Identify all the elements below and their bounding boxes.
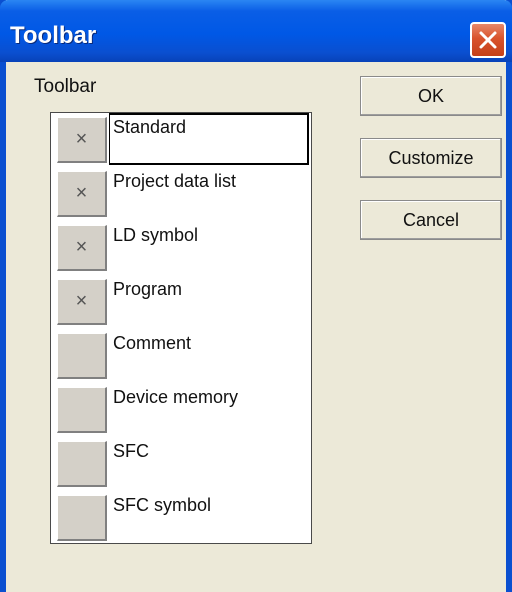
toolbar-row-label: Comment [113,333,192,353]
toolbar-row-label: SFC [113,441,149,461]
window-title: Toolbar [10,22,97,49]
ok-button[interactable]: OK [360,76,502,116]
toolbar-row-label: Project data list [113,171,237,191]
cancel-button[interactable]: Cancel [360,200,502,240]
toolbar-row-comment[interactable]: Comment [51,329,311,383]
close-icon [479,31,497,49]
toolbar-row-project-data-list[interactable]: × Project data list [51,167,311,221]
toolbar-row-sfc-symbol[interactable]: SFC symbol [51,491,311,545]
toolbar-checkbox[interactable]: × [57,225,107,271]
toolbar-checkbox[interactable] [57,441,107,487]
toolbar-row-standard[interactable]: × Standard [51,113,311,167]
customize-button[interactable]: Customize [360,138,502,178]
toolbar-dialog: Toolbar Toolbar × Standard × Project dat… [0,0,512,592]
toolbar-row-label: Program [113,279,183,299]
toolbar-checkbox[interactable]: × [57,117,107,163]
toolbar-checkbox[interactable]: × [57,171,107,217]
title-bar[interactable]: Toolbar [0,0,512,62]
toolbar-row-sfc[interactable]: SFC [51,437,311,491]
toolbar-checkbox[interactable] [57,387,107,433]
toolbar-checkbox[interactable] [57,333,107,379]
toolbar-row-label: Device memory [113,387,239,407]
toolbar-list[interactable]: × Standard × Project data list × LD symb… [50,112,312,544]
toolbar-row-ld-symbol[interactable]: × LD symbol [51,221,311,275]
toolbar-checkbox[interactable] [57,495,107,541]
toolbar-row-label: Standard [113,117,187,137]
toolbar-checkbox[interactable]: × [57,279,107,325]
toolbar-row-program[interactable]: × Program [51,275,311,329]
toolbar-row-label: LD symbol [113,225,199,245]
close-button[interactable] [470,22,506,58]
toolbar-row-device-memory[interactable]: Device memory [51,383,311,437]
toolbar-row-label: SFC symbol [113,495,212,515]
dialog-body: Toolbar × Standard × Project data list ×… [6,62,506,592]
toolbar-group-label: Toolbar [34,76,97,97]
